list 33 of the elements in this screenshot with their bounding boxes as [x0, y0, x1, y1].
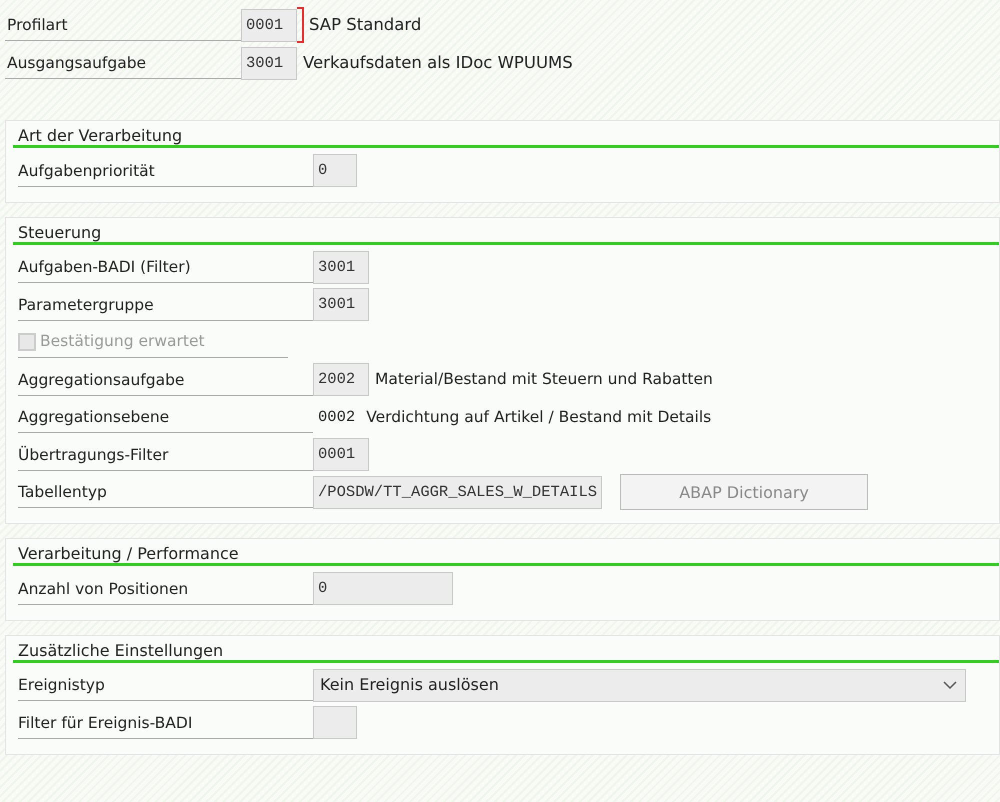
field-label: Filter für Ereignis-BADI	[18, 706, 313, 739]
input-field[interactable]: 0	[313, 154, 357, 188]
field-description: SAP Standard	[309, 14, 422, 36]
field-value: 0002	[317, 406, 356, 428]
field-label: Ereignistyp	[18, 669, 313, 702]
field-description: Verdichtung auf Artikel / Bestand mit Details	[366, 406, 712, 428]
field-label: Aggregationsebene	[18, 401, 313, 434]
field-label: Aggregationsaufgabe	[18, 364, 313, 396]
input-field[interactable]: 0	[313, 572, 453, 606]
field-description: Verkaufsdaten als IDoc WPUUMS	[303, 52, 573, 74]
input-field[interactable]: /POSDW/TT_AGGR_SALES_W_DETAILS	[313, 476, 602, 509]
field-label: Übertragungs-Filter	[18, 438, 313, 471]
input-field[interactable]: 0001	[241, 8, 297, 42]
field-label: Aufgabenpriorität	[18, 154, 313, 187]
field-label: Tabellentyp	[18, 476, 313, 508]
field-label: Aufgaben-BADI (Filter)	[18, 251, 313, 284]
dropdown-value: Kein Ereignis auslösen	[320, 674, 499, 696]
field-label: Parametergruppe	[18, 288, 313, 321]
input-field[interactable]: 0001	[313, 438, 369, 472]
input-field[interactable]	[313, 706, 357, 740]
input-field[interactable]: 3001	[313, 288, 369, 322]
section-title: Steuerung	[13, 220, 999, 244]
section-title: Zusätzliche Einstellungen	[13, 638, 999, 662]
chevron-down-icon	[943, 680, 957, 690]
section-title: Art der Verarbeitung	[13, 123, 999, 148]
dropdown[interactable]: Kein Ereignis auslösen	[313, 668, 966, 702]
field-description: Material/Bestand mit Steuern und Rabatten	[375, 369, 713, 390]
checkbox-label: Bestätigung erwartet	[40, 331, 205, 352]
input-field[interactable]: 3001	[313, 250, 369, 284]
field-label: Anzahl von Positionen	[18, 572, 313, 605]
section-title: Verarbeitung / Performance	[13, 541, 999, 566]
input-field[interactable]: 2002	[313, 363, 369, 396]
input-field[interactable]: 3001	[241, 46, 297, 80]
